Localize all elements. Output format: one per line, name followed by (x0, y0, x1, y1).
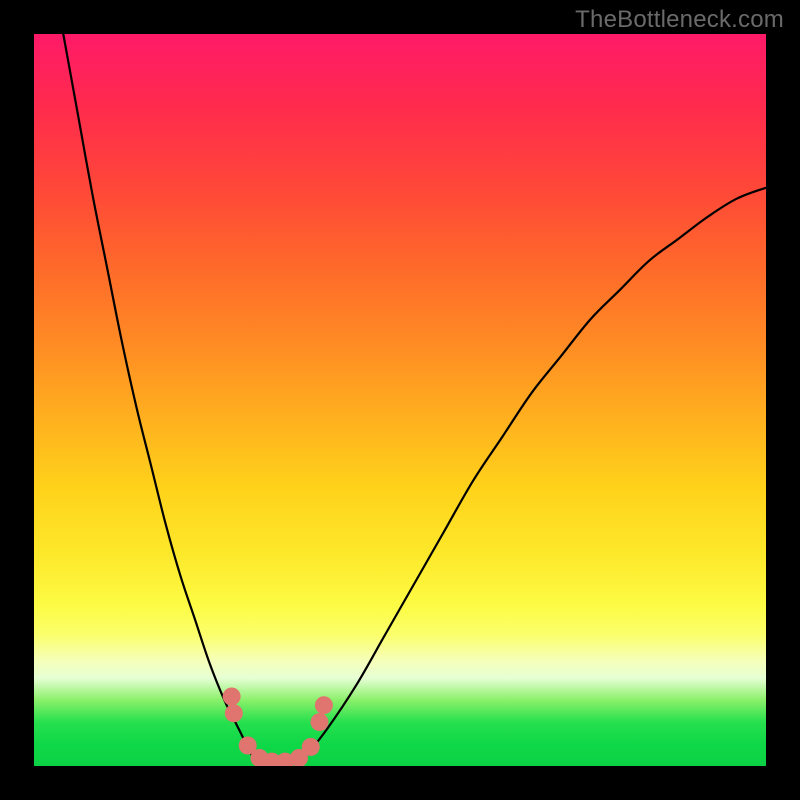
series-floor (254, 757, 305, 765)
highlight-dot (223, 687, 241, 705)
highlight-dot (250, 749, 268, 766)
highlight-dot (290, 749, 308, 766)
highlight-dot (263, 753, 281, 766)
highlight-dot (310, 713, 328, 731)
highlight-markers (223, 687, 333, 766)
highlight-dot (315, 696, 333, 714)
highlight-dot (239, 737, 257, 755)
highlight-dot (302, 738, 320, 756)
plot-area (34, 34, 766, 766)
series-right-branch (305, 188, 766, 758)
chart-frame: TheBottleneck.com (0, 0, 800, 800)
watermark-text: TheBottleneck.com (575, 6, 784, 34)
highlight-dot (276, 753, 294, 766)
highlight-dot (225, 704, 243, 722)
series-left-branch (63, 34, 253, 759)
curve-layer (34, 34, 766, 766)
